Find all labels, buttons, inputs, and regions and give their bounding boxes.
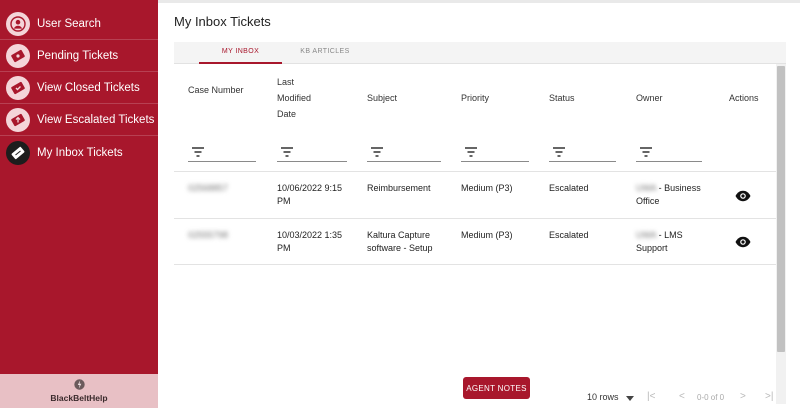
modified-date-filter[interactable] <box>277 140 347 162</box>
sidebar-item-label: Pending Tickets <box>37 50 119 62</box>
view-eye-icon[interactable] <box>735 190 751 202</box>
user-circle-icon <box>6 12 30 36</box>
tab-bar: MY INBOX KB ARTICLES <box>174 42 786 64</box>
filter-icon <box>640 147 652 157</box>
filter-icon <box>371 147 383 157</box>
sidebar-divider <box>0 103 158 104</box>
modified-date-cell: 10/06/2022 9:15 PM <box>277 183 343 206</box>
status-filter[interactable] <box>549 140 616 162</box>
row-divider <box>174 264 776 265</box>
sidebar-item-pending-tickets[interactable]: Pending Tickets <box>0 41 158 71</box>
sidebar-item-view-escalated-tickets[interactable]: View Escalated Tickets <box>0 105 158 135</box>
column-header-subject[interactable]: Subject <box>367 90 397 106</box>
column-header-owner[interactable]: Owner <box>636 90 663 106</box>
sidebar-item-user-search[interactable]: User Search <box>0 9 158 39</box>
sidebar: User Search Pending Tickets View Closed … <box>0 0 158 408</box>
column-header-case-number[interactable]: Case Number <box>188 82 248 98</box>
next-page-icon[interactable]: > <box>740 391 746 402</box>
owner-cell: UWA - LMS Support <box>636 229 702 255</box>
case-number-cell[interactable]: 02555798 <box>188 229 228 242</box>
previous-page-icon[interactable]: < <box>679 391 685 402</box>
owner-prefix: UWA <box>636 230 657 240</box>
sidebar-item-my-inbox-tickets[interactable]: My Inbox Tickets <box>0 138 158 168</box>
pagination-range: 0-0 of 0 <box>697 393 725 402</box>
lightning-logo-icon <box>74 379 85 390</box>
sidebar-divider <box>0 135 158 136</box>
column-header-last-modified[interactable]: Last Modified Date <box>277 74 327 122</box>
sidebar-divider <box>0 71 158 72</box>
sidebar-divider <box>0 39 158 40</box>
row-divider <box>174 218 776 219</box>
priority-cell: Medium (P3) <box>461 183 513 193</box>
filter-icon <box>192 147 204 157</box>
last-page-icon[interactable]: >| <box>765 391 773 402</box>
sidebar-item-label: View Closed Tickets <box>37 82 140 94</box>
subject-cell: Reimbursement <box>367 183 431 193</box>
scrollbar-thumb[interactable] <box>777 66 785 352</box>
column-header-actions: Actions <box>729 93 759 103</box>
modified-date-cell: 10/03/2022 1:35 PM <box>277 230 343 253</box>
tab-kb-articles[interactable]: KB ARTICLES <box>282 42 368 64</box>
ticket-closed-icon <box>6 76 30 100</box>
sidebar-item-label: My Inbox Tickets <box>37 147 123 159</box>
caret-down-icon[interactable] <box>626 396 634 401</box>
first-page-icon[interactable]: |< <box>647 391 655 402</box>
agent-notes-button[interactable]: AGENT NOTES <box>463 377 530 399</box>
case-number-cell[interactable]: 02568857 <box>188 182 228 195</box>
owner-filter[interactable] <box>636 140 702 162</box>
filter-icon <box>465 147 477 157</box>
app-root: User Search Pending Tickets View Closed … <box>0 0 800 408</box>
sidebar-item-view-closed-tickets[interactable]: View Closed Tickets <box>0 73 158 103</box>
sidebar-item-label: View Escalated Tickets <box>37 114 155 126</box>
column-header-status[interactable]: Status <box>549 90 575 106</box>
status-cell: Escalated <box>549 183 589 193</box>
ticket-escalated-icon <box>6 108 30 132</box>
brand-name: BlackBeltHelp <box>50 393 108 403</box>
tickets-table: Case Number Last Modified Date Subject P… <box>174 64 786 404</box>
page-title: My Inbox Tickets <box>174 14 271 29</box>
tab-my-inbox[interactable]: MY INBOX <box>199 42 282 64</box>
sidebar-item-label: User Search <box>37 18 101 30</box>
priority-cell: Medium (P3) <box>461 230 513 240</box>
subject-cell: Kaltura Capture software - Setup <box>367 230 433 253</box>
owner-prefix: UWA <box>636 183 657 193</box>
filter-icon <box>281 147 293 157</box>
row-divider <box>174 171 776 172</box>
case-number-filter[interactable] <box>188 140 256 162</box>
brand-footer: BlackBeltHelp <box>0 374 158 408</box>
ticket-inbox-icon <box>6 141 30 165</box>
priority-filter[interactable] <box>461 140 529 162</box>
owner-cell: UWA - Business Office <box>636 182 708 208</box>
filter-icon <box>553 147 565 157</box>
top-border <box>158 0 800 3</box>
rows-per-page-select[interactable]: 10 rows <box>587 392 619 402</box>
ticket-pending-icon <box>6 44 30 68</box>
status-cell: Escalated <box>549 230 589 240</box>
column-header-priority[interactable]: Priority <box>461 90 489 106</box>
subject-filter[interactable] <box>367 140 441 162</box>
view-eye-icon[interactable] <box>735 236 751 248</box>
